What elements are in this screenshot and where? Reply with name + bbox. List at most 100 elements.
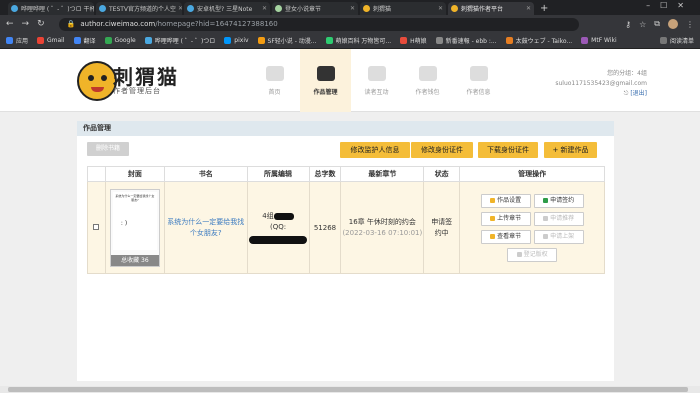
- chapter-cell: 16章 午休时刻的约会 (2022-03-16 07:10:01): [340, 181, 425, 274]
- scrollbar-thumb[interactable]: [8, 387, 688, 392]
- edit-guardian-button[interactable]: 修改监护人信息: [340, 142, 410, 158]
- apply-sign-button[interactable]: 申请签约: [533, 193, 584, 208]
- plus-icon: +: [552, 146, 559, 154]
- works-toolbar: 删除书籍 修改监护人信息 修改身份证件 下载身份证件 + 新建作品: [77, 136, 614, 162]
- upload-chapter-button[interactable]: 上传章节: [480, 211, 531, 226]
- register-copyright-button[interactable]: 登记版权: [507, 247, 558, 262]
- tab-favicon-icon: [451, 5, 458, 12]
- header-word-count: 总字数: [308, 166, 342, 182]
- mtf-icon: [581, 37, 589, 44]
- close-icon[interactable]: ✕: [176, 5, 182, 12]
- word-count-cell: 51268: [308, 181, 342, 274]
- bookmark-item[interactable]: 太鼓ウェブ - Taiko...: [505, 36, 572, 45]
- works-panel: 作品管理 删除书籍 修改监护人信息 修改身份证件 下载身份证件 + 新建作品 封…: [77, 121, 614, 381]
- chapter-time: (2022-03-16 07:10:01): [342, 228, 423, 237]
- sf-icon: [257, 37, 265, 44]
- bookmark-item[interactable]: 新番速報 - ebb :...: [435, 36, 497, 45]
- table-row: 系统为什么一定要给我找个女朋友? : ) 总收藏 36 系统为什么一定要给我找个…: [87, 181, 605, 274]
- thumbs-up-icon: [543, 215, 549, 221]
- back-arrow-icon[interactable]: ←: [6, 19, 14, 29]
- forward-arrow-icon[interactable]: →: [22, 19, 30, 29]
- close-icon[interactable]: ✕: [260, 5, 267, 12]
- close-icon[interactable]: ✕: [436, 5, 443, 12]
- apply-recommend-button[interactable]: 申请推荐: [533, 211, 584, 226]
- table-header-row: 封面 书名 所属编辑 总字数 最新章节 状态 管理操作: [87, 166, 605, 182]
- site-header: 刺猬猫 作者管理后台 首页 作品管理 读者互动 作者钱包 作者信息 您的分组：4…: [0, 49, 700, 112]
- bookmark-item[interactable]: 应用: [6, 36, 28, 45]
- favorites-count: 总收藏 36: [110, 254, 159, 266]
- actions-cell: 作品设置 申请签约 上传章节 申请推荐 查看章节 申请上架 登记版权: [459, 181, 605, 274]
- nav-item-works[interactable]: 作品管理: [300, 49, 351, 112]
- tab-favicon-icon: [187, 5, 194, 12]
- book-icon: [316, 65, 335, 81]
- edit-identity-button[interactable]: 修改身份证件: [411, 142, 473, 158]
- close-icon[interactable]: ✕: [524, 5, 531, 12]
- home-icon: [265, 65, 284, 81]
- reload-icon[interactable]: ↻: [37, 19, 45, 29]
- actions-grid: 作品设置 申请签约 上传章节 申请推荐 查看章节 申请上架 登记版权: [460, 193, 604, 262]
- apply-shelf-button[interactable]: 申请上架: [533, 229, 584, 244]
- tab-favicon-icon: [363, 5, 370, 12]
- tab-favicon-icon: [99, 5, 106, 12]
- bookmark-item[interactable]: 萌娘百科 万物皆可...: [325, 36, 391, 45]
- redaction-mark: [273, 212, 294, 220]
- pen-icon: [543, 197, 549, 203]
- copyright-icon: [516, 251, 522, 257]
- panel-title: 作品管理: [77, 121, 614, 136]
- cover-cell: 系统为什么一定要给我找个女朋友? : ) 总收藏 36: [104, 181, 165, 274]
- bookmark-item[interactable]: 翻译: [73, 36, 96, 45]
- bookmark-item[interactable]: Google: [104, 37, 136, 44]
- delete-book-button[interactable]: 删除书籍: [87, 142, 129, 156]
- window-controls[interactable]: –☐✕: [646, 1, 694, 10]
- browser-tab[interactable]: 刺猬猫 ✕: [360, 2, 446, 15]
- reading-list[interactable]: 阅读清单: [659, 36, 694, 45]
- bookmark-item[interactable]: 哗哩哗哩 ( ゜- ゜)つロ: [144, 36, 215, 45]
- browser-tab[interactable]: TESTV官方频道的个人空 ✕: [96, 2, 182, 15]
- work-settings-button[interactable]: 作品设置: [480, 193, 531, 208]
- logout-link[interactable]: [退出]: [630, 90, 647, 97]
- apps-icon: [6, 37, 13, 44]
- nav-item-readers[interactable]: 读者互动: [351, 49, 402, 112]
- header-title: 书名: [163, 166, 248, 182]
- profile-avatar[interactable]: [668, 19, 678, 29]
- horizontal-scrollbar[interactable]: [0, 386, 700, 393]
- hedgehog-logo-icon[interactable]: [77, 61, 117, 101]
- bookmark-item[interactable]: H萌娘: [400, 36, 427, 45]
- works-table: 封面 书名 所属编辑 总字数 最新章节 状态 管理操作 系统为什么一定要给我找个…: [87, 166, 605, 274]
- user-info: 您的分组：4组 suluo1171535423@gmail.com ⎋ [退出]: [555, 69, 647, 99]
- book-cover[interactable]: 系统为什么一定要给我找个女朋友? : ) 总收藏 36: [109, 188, 160, 267]
- new-tab-button[interactable]: +: [540, 3, 548, 15]
- key-icon[interactable]: ⚷: [625, 20, 631, 29]
- tab-favicon-icon: [275, 5, 282, 12]
- browser-tab[interactable]: 登女小说章节 ✕: [272, 2, 358, 15]
- nav-item-home[interactable]: 首页: [249, 49, 300, 112]
- view-chapters-button[interactable]: 查看章节: [480, 229, 531, 244]
- editor-group: 4组: [262, 212, 274, 220]
- address-bar-row: ← → ↻ 🔒 author.ciweimao.com/homepage?hid…: [0, 15, 700, 33]
- book-title-link[interactable]: 系统为什么一定要给我找个女朋友?: [167, 218, 244, 237]
- extensions-icon[interactable]: ⧉: [654, 19, 660, 29]
- browser-tab[interactable]: 安卓机型? 三星Note ✕: [184, 2, 270, 15]
- gear-icon: [490, 197, 496, 203]
- row-checkbox[interactable]: [93, 223, 100, 230]
- browser-tab-active[interactable]: 刺猬猫作者平台 ✕: [448, 2, 534, 15]
- translate-icon: [73, 37, 81, 44]
- new-work-button[interactable]: + 新建作品: [544, 142, 597, 158]
- header-latest-chapter: 最新章节: [340, 166, 425, 182]
- header-cover: 封面: [104, 166, 165, 182]
- bookmark-item[interactable]: SF轻小说 - 动漫...: [257, 36, 317, 45]
- bookmark-item[interactable]: MtF Wiki: [581, 37, 617, 44]
- nav-item-author-info[interactable]: 作者信息: [453, 49, 504, 112]
- bookmarks-bar: 应用 Gmail 翻译 Google 哗哩哗哩 ( ゜- ゜)つロ pixiv …: [0, 33, 700, 49]
- browser-tab[interactable]: 哗哩哗哩 ( ゜- ゜)つロ 干杯✕: [8, 2, 94, 15]
- star-icon[interactable]: ☆: [639, 20, 646, 29]
- close-icon[interactable]: ✕: [348, 5, 355, 12]
- menu-icon[interactable]: ⋮: [686, 20, 694, 29]
- bookmark-item[interactable]: pixiv: [224, 37, 249, 44]
- header-editor: 所属编辑: [246, 166, 310, 182]
- bookmark-item[interactable]: Gmail: [37, 37, 65, 44]
- download-identity-button[interactable]: 下载身份证件: [478, 142, 538, 158]
- browser-tab-bar: 哗哩哗哩 ( ゜- ゜)つロ 干杯✕ TESTV官方频道的个人空✕ 安卓机型? …: [0, 0, 700, 15]
- url-field[interactable]: 🔒 author.ciweimao.com/homepage?hid=16474…: [58, 17, 579, 31]
- nav-item-wallet[interactable]: 作者钱包: [402, 49, 453, 112]
